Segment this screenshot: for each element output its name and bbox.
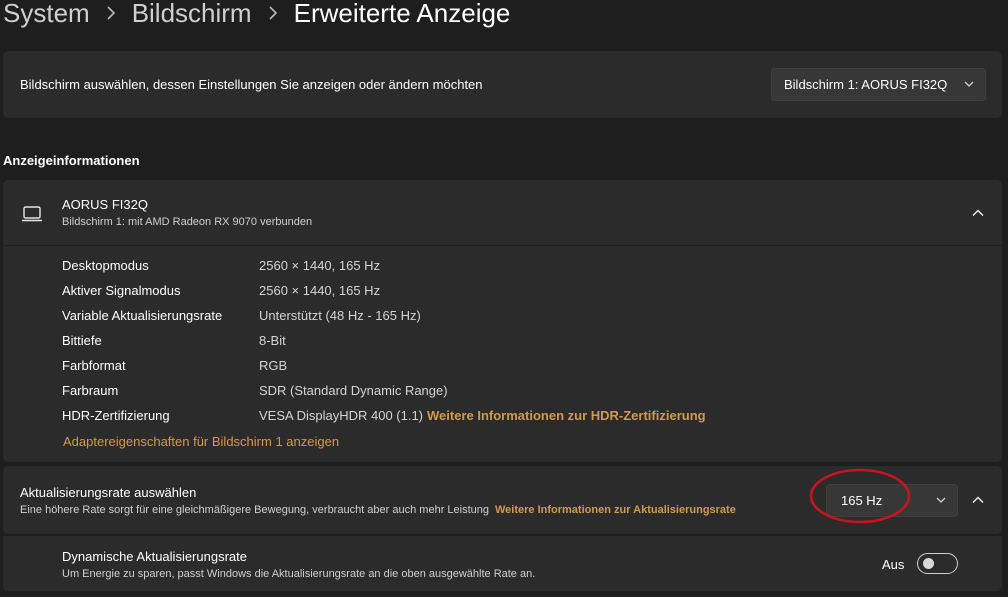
monitor-connection: Bildschirm 1: mit AMD Radeon RX 9070 ver…	[62, 216, 313, 228]
info-row-desktop-mode: Desktopmodus 2560 × 1440, 165 Hz	[62, 254, 962, 279]
collapse-refresh-rate-button[interactable]	[964, 486, 992, 514]
page-title: Erweiterte Anzeige	[293, 0, 511, 28]
chevron-up-icon	[972, 209, 984, 217]
display-info-card: AORUS FI32Q Bildschirm 1: mit AMD Radeon…	[3, 180, 1002, 462]
dynamic-rate-title: Dynamische Aktualisierungsrate	[62, 549, 247, 564]
chevron-down-icon	[964, 81, 974, 87]
breadcrumb-system[interactable]: System	[3, 0, 90, 30]
breadcrumb: System Bildschirm Erweiterte Anzeige	[3, 0, 510, 30]
toggle-knob	[923, 558, 934, 569]
refresh-rate-title: Aktualisierungsrate auswählen	[20, 485, 197, 500]
info-row-bit-depth: Bittiefe 8-Bit	[62, 329, 962, 354]
info-key: Aktiver Signalmodus	[62, 283, 181, 298]
display-info-header[interactable]: AORUS FI32Q Bildschirm 1: mit AMD Radeon…	[3, 180, 1002, 246]
monitor-name: AORUS FI32Q	[62, 197, 148, 212]
hdr-info-link[interactable]: Weitere Informationen zur HDR-Zertifizie…	[427, 408, 706, 423]
info-key: Farbformat	[62, 358, 126, 373]
chevron-right-icon	[268, 6, 278, 20]
monitor-icon	[22, 206, 42, 222]
chevron-down-icon	[936, 497, 946, 503]
info-key: Variable Aktualisierungsrate	[62, 308, 223, 323]
refresh-rate-dropdown[interactable]: 165 Hz	[826, 484, 958, 517]
section-title-display-info: Anzeigeinformationen	[3, 153, 140, 168]
info-row-active-signal: Aktiver Signalmodus 2560 × 1440, 165 Hz	[62, 279, 962, 304]
info-value-hdr: VESA DisplayHDR 400 (1.1) Weitere Informa…	[259, 408, 706, 423]
dynamic-rate-toggle[interactable]	[917, 553, 958, 574]
info-row-hdr-cert: HDR-Zertifizierung VESA DisplayHDR 400 (…	[62, 404, 962, 429]
info-value: Unterstützt (48 Hz - 165 Hz)	[259, 308, 421, 323]
info-key: Desktopmodus	[62, 258, 149, 273]
refresh-rate-value: 165 Hz	[841, 493, 883, 508]
info-row-color-format: Farbformat RGB	[62, 354, 962, 379]
display-select-value: Bildschirm 1: AORUS FI32Q	[784, 77, 948, 92]
refresh-rate-subtitle: Eine höhere Rate sorgt für eine gleichmä…	[20, 504, 736, 516]
info-value: RGB	[259, 358, 288, 373]
display-select-dropdown[interactable]: Bildschirm 1: AORUS FI32Q	[771, 68, 986, 101]
info-row-vrr: Variable Aktualisierungsrate Unterstützt…	[62, 304, 962, 329]
display-info-list: Desktopmodus 2560 × 1440, 165 Hz Aktiver…	[62, 254, 962, 429]
settings-page: System Bildschirm Erweiterte Anzeige Bil…	[0, 0, 1008, 597]
adapter-properties-link[interactable]: Adaptereigenschaften für Bildschirm 1 an…	[63, 434, 339, 449]
dynamic-rate-subtitle: Um Energie zu sparen, passt Windows die …	[62, 568, 536, 580]
info-row-color-space: Farbraum SDR (Standard Dynamic Range)	[62, 379, 962, 404]
info-value: 2560 × 1440, 165 Hz	[259, 283, 381, 298]
dynamic-refresh-rate-card: Dynamische Aktualisierungsrate Um Energi…	[3, 535, 1002, 591]
info-key: HDR-Zertifizierung	[62, 408, 170, 423]
info-value: VESA DisplayHDR 400 (1.1)	[259, 408, 424, 423]
info-value: SDR (Standard Dynamic Range)	[259, 383, 448, 398]
refresh-rate-info-link[interactable]: Weitere Informationen zur Aktualisierung…	[495, 504, 736, 516]
chevron-up-icon	[972, 496, 984, 504]
info-value: 2560 × 1440, 165 Hz	[259, 258, 381, 273]
select-display-label: Bildschirm auswählen, dessen Einstellung…	[20, 77, 483, 92]
refresh-rate-card: Aktualisierungsrate auswählen Eine höher…	[3, 466, 1002, 534]
breadcrumb-display[interactable]: Bildschirm	[132, 0, 252, 30]
info-value: 8-Bit	[259, 333, 286, 348]
select-display-card: Bildschirm auswählen, dessen Einstellung…	[3, 51, 1002, 118]
refresh-rate-description: Eine höhere Rate sorgt für eine gleichmä…	[20, 504, 489, 516]
chevron-right-icon	[106, 6, 116, 20]
info-key: Bittiefe	[62, 333, 102, 348]
toggle-state-label: Aus	[882, 557, 905, 572]
collapse-display-info-button[interactable]	[964, 199, 992, 227]
info-key: Farbraum	[62, 383, 119, 398]
